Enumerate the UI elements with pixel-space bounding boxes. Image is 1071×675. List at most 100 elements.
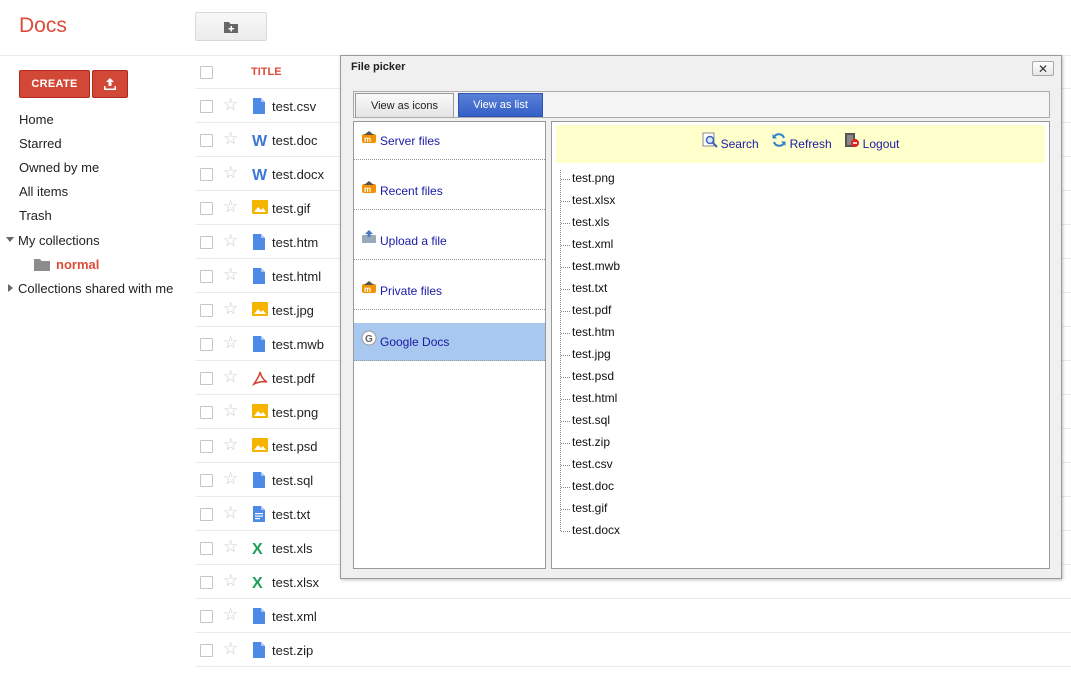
source-private-files[interactable]: m Private files [354, 272, 545, 310]
title-column-header[interactable]: TITLE [251, 66, 282, 78]
list-item[interactable]: test.xlsx [560, 192, 760, 214]
row-checkbox[interactable] [200, 610, 213, 623]
star-icon[interactable]: ☆ [223, 163, 238, 183]
star-icon[interactable]: ☆ [223, 231, 238, 251]
row-checkbox[interactable] [200, 270, 213, 283]
nav-owned-by-me[interactable]: Owned by me [19, 160, 99, 175]
tab-view-as-icons[interactable]: View as icons [355, 93, 454, 117]
file-name[interactable]: test.sql [272, 473, 313, 488]
tree-file-name: test.psd [572, 369, 615, 383]
list-item[interactable]: test.sql [560, 412, 760, 434]
row-checkbox[interactable] [200, 440, 213, 453]
star-icon[interactable]: ☆ [223, 367, 238, 387]
list-item[interactable]: test.jpg [560, 346, 760, 368]
row-checkbox[interactable] [200, 474, 213, 487]
file-name[interactable]: test.xlsx [272, 575, 319, 590]
table-row[interactable]: ☆ test.xml [195, 599, 1071, 633]
source-upload-a-file[interactable]: Upload a file [354, 222, 545, 260]
star-icon[interactable]: ☆ [223, 129, 238, 149]
tab-view-as-list[interactable]: View as list [458, 93, 543, 117]
file-name[interactable]: test.docx [272, 167, 324, 182]
star-icon[interactable]: ☆ [223, 469, 238, 489]
file-name[interactable]: test.xml [272, 609, 317, 624]
row-checkbox[interactable] [200, 202, 213, 215]
refresh-button[interactable]: Refresh [771, 133, 832, 152]
row-checkbox[interactable] [200, 100, 213, 113]
star-icon[interactable]: ☆ [223, 197, 238, 217]
source-server-files[interactable]: m Server files [354, 122, 545, 160]
list-item[interactable]: test.zip [560, 434, 760, 456]
table-row[interactable]: ☆ test.zip [195, 633, 1071, 667]
nav-all-items[interactable]: All items [19, 184, 68, 199]
star-icon[interactable]: ☆ [223, 299, 238, 319]
list-item[interactable]: test.txt [560, 280, 760, 302]
collapse-triangle-icon[interactable] [8, 284, 13, 292]
row-checkbox[interactable] [200, 168, 213, 181]
nav-starred[interactable]: Starred [19, 136, 62, 151]
list-item[interactable]: test.doc [560, 478, 760, 500]
list-item[interactable]: test.pdf [560, 302, 760, 324]
file-name[interactable]: test.xls [272, 541, 312, 556]
star-icon[interactable]: ☆ [223, 95, 238, 115]
nav-home[interactable]: Home [19, 112, 54, 127]
star-icon[interactable]: ☆ [223, 537, 238, 557]
list-item[interactable]: test.mwb [560, 258, 760, 280]
file-name[interactable]: test.htm [272, 235, 318, 250]
row-checkbox[interactable] [200, 644, 213, 657]
star-icon[interactable]: ☆ [223, 265, 238, 285]
source-google-docs[interactable]: G Google Docs [354, 323, 545, 361]
row-checkbox[interactable] [200, 134, 213, 147]
row-checkbox[interactable] [200, 304, 213, 317]
list-item[interactable]: test.xls [560, 214, 760, 236]
row-checkbox[interactable] [200, 372, 213, 385]
list-item[interactable]: test.psd [560, 368, 760, 390]
list-item[interactable]: test.gif [560, 500, 760, 522]
file-name[interactable]: test.html [272, 269, 321, 284]
row-checkbox[interactable] [200, 542, 213, 555]
list-item[interactable]: test.docx [560, 522, 760, 544]
file-name[interactable]: test.gif [272, 201, 310, 216]
file-name[interactable]: test.doc [272, 133, 318, 148]
row-checkbox[interactable] [200, 236, 213, 249]
star-icon[interactable]: ☆ [223, 571, 238, 591]
star-icon[interactable]: ☆ [223, 639, 238, 659]
upload-button[interactable] [92, 70, 128, 98]
star-icon[interactable]: ☆ [223, 333, 238, 353]
list-item[interactable]: test.html [560, 390, 760, 412]
file-name[interactable]: test.csv [272, 99, 316, 114]
file-name[interactable]: test.png [272, 405, 318, 420]
nav-collection-normal[interactable]: normal [34, 257, 99, 272]
nav-my-collections[interactable]: My collections [18, 233, 100, 248]
expand-triangle-icon[interactable] [6, 237, 14, 242]
file-name[interactable]: test.pdf [272, 371, 315, 386]
row-checkbox[interactable] [200, 338, 213, 351]
star-icon[interactable]: ☆ [223, 401, 238, 421]
star-icon[interactable]: ☆ [223, 605, 238, 625]
list-item[interactable]: test.csv [560, 456, 760, 478]
image-icon [252, 404, 268, 420]
logout-button[interactable]: Logout [844, 133, 899, 152]
search-button[interactable]: Search [702, 132, 759, 152]
list-item[interactable]: test.htm [560, 324, 760, 346]
close-button[interactable]: ✕ [1032, 61, 1054, 76]
nav-trash[interactable]: Trash [19, 208, 52, 223]
star-icon[interactable]: ☆ [223, 503, 238, 523]
file-name[interactable]: test.txt [272, 507, 310, 522]
file-name[interactable]: test.mwb [272, 337, 324, 352]
file-name[interactable]: test.psd [272, 439, 318, 454]
select-all-checkbox[interactable] [200, 66, 213, 79]
file-name[interactable]: test.jpg [272, 303, 314, 318]
list-item[interactable]: test.xml [560, 236, 760, 258]
row-checkbox[interactable] [200, 508, 213, 521]
row-checkbox[interactable] [200, 576, 213, 589]
nav-shared-collections[interactable]: Collections shared with me [18, 281, 173, 296]
image-icon [252, 438, 268, 454]
list-item[interactable]: test.png [560, 170, 760, 192]
app-logo[interactable]: Docs [19, 14, 67, 38]
create-button[interactable]: CREATE [19, 70, 90, 98]
star-icon[interactable]: ☆ [223, 435, 238, 455]
new-collection-button[interactable] [195, 12, 267, 41]
source-recent-files[interactable]: m Recent files [354, 172, 545, 210]
file-name[interactable]: test.zip [272, 643, 313, 658]
row-checkbox[interactable] [200, 406, 213, 419]
